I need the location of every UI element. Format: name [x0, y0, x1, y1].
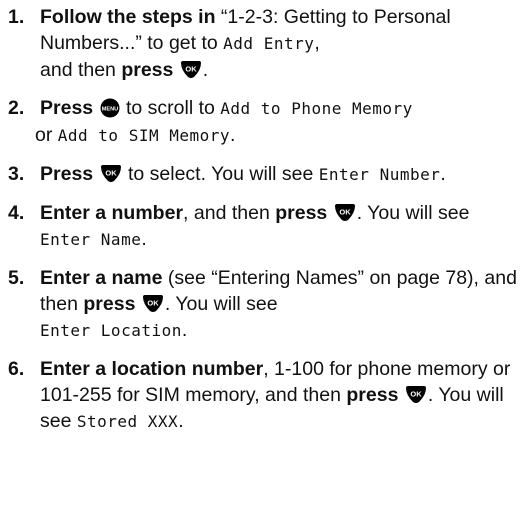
step-text: and then: [40, 59, 122, 81]
step-2: 2. Press MENU to scroll to Add to Phone …: [0, 95, 527, 149]
step-action: Enter a number: [40, 202, 184, 224]
step-number: 5.: [8, 267, 25, 289]
screen-text: Enter Location: [40, 321, 182, 340]
step-3: 3. Press OK to select. You will see Ente…: [0, 161, 527, 188]
step-text: .: [202, 59, 209, 81]
step-text: .: [141, 228, 147, 250]
screen-text: Enter Number: [318, 165, 441, 184]
ok-key-icon: OK: [100, 165, 122, 183]
ok-key-icon: OK: [142, 295, 164, 313]
step-number: 6.: [8, 358, 25, 380]
steps-list: 1. Follow the steps in “1-2-3: Getting t…: [0, 0, 527, 435]
step-text: .: [230, 124, 236, 146]
screen-text: Add to Phone Memory: [220, 99, 413, 118]
ok-key-icon: OK: [405, 386, 427, 404]
step-action: press: [275, 202, 328, 224]
menu-key-icon: MENU: [100, 98, 120, 118]
ok-key-icon: OK: [180, 61, 202, 79]
step-number: 2.: [8, 97, 25, 119]
svg-text:OK: OK: [185, 65, 197, 74]
screen-text: Add Entry: [223, 34, 315, 53]
step-number: 3.: [8, 163, 25, 185]
step-text: to scroll to: [120, 97, 221, 119]
step-text: ,: [314, 32, 320, 54]
step-number: 1.: [8, 6, 25, 28]
svg-text:OK: OK: [410, 390, 422, 399]
step-5: 5. Enter a name (see “Entering Names” on…: [0, 265, 527, 344]
step-text: . You will see: [164, 293, 278, 315]
step-6: 6. Enter a location number, 1-100 for ph…: [0, 356, 527, 435]
step-1: 1. Follow the steps in “1-2-3: Getting t…: [0, 4, 527, 83]
step-4: 4. Enter a number, and then press OK . Yo…: [0, 200, 527, 253]
instruction-page: 1. Follow the steps in “1-2-3: Getting t…: [0, 0, 527, 508]
ok-key-icon: OK: [334, 204, 356, 222]
screen-text: Add to SIM Memory: [57, 126, 231, 145]
svg-text:MENU: MENU: [101, 106, 117, 112]
step-text: .: [440, 163, 446, 185]
step-text: .: [178, 410, 184, 432]
step-action: press: [346, 384, 399, 406]
step-action: Enter a location number: [40, 358, 264, 380]
step-text: . You will see: [356, 202, 470, 224]
step-action: Press: [40, 97, 94, 119]
step-action: Press: [40, 163, 94, 185]
svg-text:OK: OK: [339, 208, 351, 217]
step-action: Follow the steps in: [40, 6, 216, 28]
step-text: .: [181, 319, 188, 341]
screen-text: Enter Name: [40, 230, 142, 249]
svg-text:OK: OK: [147, 299, 159, 308]
step-text: , and then: [183, 202, 276, 224]
step-action: press: [83, 293, 136, 315]
step-text: or: [35, 124, 58, 146]
step-number: 4.: [8, 202, 25, 224]
svg-text:OK: OK: [105, 169, 117, 178]
step-action: press: [121, 59, 174, 81]
step-action: Enter a name: [40, 267, 163, 289]
step-text: to select. You will see: [122, 163, 319, 185]
screen-text: Stored XXX: [76, 412, 179, 431]
